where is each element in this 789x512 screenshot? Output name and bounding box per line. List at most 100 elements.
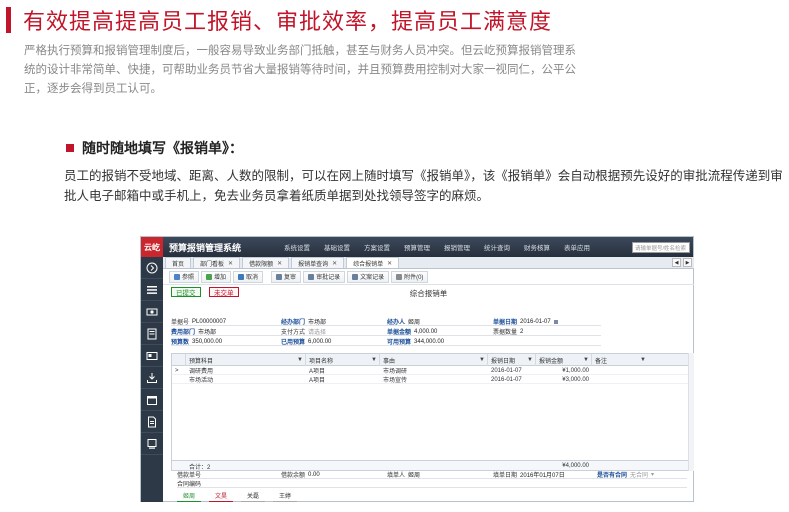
close-icon[interactable]: ✕ <box>332 260 337 267</box>
header-label: 备注 <box>595 358 608 365</box>
sidebar-report-button[interactable] <box>141 323 163 345</box>
attachment-button[interactable]: 附件(0) <box>391 270 429 283</box>
flow-step-2[interactable]: 文昊 <box>209 490 234 502</box>
date-value: 2016-01-07 <box>520 318 551 325</box>
cell-reason[interactable]: 市场宣传 <box>380 375 488 384</box>
cell-note[interactable] <box>592 375 648 384</box>
used-value: 6,000.00 <box>308 338 332 345</box>
header-label: 预算科目 <box>189 358 214 365</box>
undo-icon <box>238 273 245 280</box>
calendar-icon <box>147 395 157 405</box>
cell-subject[interactable]: 调研费用 <box>186 366 306 375</box>
sidebar-doc-button[interactable] <box>141 411 163 433</box>
menu-item-budget[interactable]: 预算管理 <box>397 242 437 252</box>
cell-project[interactable]: A项目 <box>306 366 380 375</box>
close-icon[interactable]: ✕ <box>228 260 233 267</box>
cell-date[interactable]: 2016-01-07 <box>488 375 536 384</box>
doc-log-icon <box>352 273 359 280</box>
tab-dept-board[interactable]: 部门看板 ✕ <box>193 257 241 268</box>
cancel-button[interactable]: 取消 <box>233 270 264 283</box>
menu-item-basic[interactable]: 基础设置 <box>317 242 357 252</box>
sidebar-nav-button[interactable] <box>141 257 163 279</box>
filter-icon[interactable]: ▼ <box>371 357 377 363</box>
close-icon[interactable]: ✕ <box>277 260 282 267</box>
tab-home[interactable]: 首页 <box>165 257 192 268</box>
column-header-amount[interactable]: 报销金额 ▼ <box>536 354 592 366</box>
filter-icon[interactable]: ▼ <box>479 357 485 363</box>
menu-item-accounting[interactable]: 财务核算 <box>517 242 557 252</box>
filter-icon[interactable]: ▼ <box>583 357 589 363</box>
vertical-scrollbar[interactable] <box>688 353 694 471</box>
column-header-note[interactable]: 备注 ▼ <box>592 354 648 366</box>
sidebar-list-button[interactable] <box>141 279 163 301</box>
add-button[interactable]: 增加 <box>201 270 232 283</box>
audit-button[interactable]: 复审 <box>271 270 302 283</box>
menu-item-expense[interactable]: 报销管理 <box>437 242 477 252</box>
doc-log-button[interactable]: 文案记录 <box>347 270 390 283</box>
sidebar-calendar-button[interactable] <box>141 389 163 411</box>
attachment-label: 附件(0) <box>404 275 424 281</box>
menu-item-system[interactable]: 系统设置 <box>277 242 317 252</box>
column-header-reason[interactable]: 事由 ▼ <box>380 354 488 366</box>
headline-accent-bar <box>6 7 11 33</box>
chevron-left-icon[interactable]: ◀ <box>672 258 681 267</box>
approval-flow: 姬周 文昊 关磊 王婷 <box>177 490 298 502</box>
body-paragraph: 员工的报销不受地域、距离、人数的限制，可以在网上随时填写《报销单》，该《报销单》… <box>64 169 783 203</box>
tab-scroll-controls: ◀ ▶ <box>672 258 692 267</box>
tab-label: 借款限额 <box>249 261 274 268</box>
table-row[interactable]: 市场活动 A项目 市场宣传 2016-01-07 ¥3,000.00 <box>172 375 690 384</box>
tab-combined-expense[interactable]: 综合报销单 ✕ <box>346 257 400 268</box>
calendar-picker-icon[interactable] <box>553 319 558 324</box>
cell-amount[interactable]: ¥3,000.00 <box>536 375 592 384</box>
column-header-project[interactable]: 项目名称 ▼ <box>306 354 380 366</box>
cell-amount[interactable]: ¥1,000.00 <box>536 366 592 375</box>
form-header-fields: 单据号 PL00000007 经办部门 市场部 经办人 姬周 单据日期 2016-01-… <box>163 315 694 347</box>
list-icon <box>147 285 157 294</box>
audit-log-button[interactable]: 审批记录 <box>303 270 346 283</box>
stamp-icon <box>147 438 157 449</box>
cell-note[interactable] <box>592 366 648 375</box>
cell-date[interactable]: 2016-01-07 <box>488 366 536 375</box>
ref-button[interactable]: 参照 <box>169 270 200 283</box>
header-label: 报销金额 <box>539 358 564 365</box>
filter-icon[interactable]: ▼ <box>640 357 646 363</box>
filter-icon[interactable]: ▼ <box>527 357 533 363</box>
cell-reason[interactable]: 市场调研 <box>380 366 488 375</box>
chevron-right-icon[interactable]: ▶ <box>683 258 692 267</box>
icon-sidebar <box>141 257 163 502</box>
headline-text: 有效提高提高员工报销、审批效率，提高员工满意度 <box>23 10 553 35</box>
filter-icon[interactable]: ▼ <box>297 357 303 363</box>
cancel-label: 取消 <box>246 275 259 281</box>
sidebar-stamp-button[interactable] <box>141 433 163 455</box>
column-header-date[interactable]: 报销日期 ▼ <box>488 354 536 366</box>
amount-value: 4,000.00 <box>414 328 438 335</box>
section-subtitle: 随时随地填写《报销单》： <box>66 138 243 158</box>
tab-loan-limit[interactable]: 借款限额 ✕ <box>242 257 290 268</box>
toolbar: 参照 增加 取消 复审 审批记录 文案记录 附件(0) <box>163 269 694 285</box>
tab-label: 报销单查询 <box>298 261 329 268</box>
menu-item-stats[interactable]: 统计查询 <box>477 242 517 252</box>
sidebar-download-button[interactable] <box>141 367 163 389</box>
tab-label: 综合报销单 <box>353 261 384 268</box>
report-icon <box>147 328 157 339</box>
square-bullet-icon <box>66 144 74 152</box>
flow-step-1[interactable]: 姬周 <box>177 490 202 502</box>
close-icon[interactable]: ✕ <box>387 260 392 267</box>
sidebar-money-button[interactable] <box>141 301 163 323</box>
main-menu: 系统设置 基础设置 方案设置 预算管理 报销管理 统计查询 财务核算 表单应用 <box>277 242 597 252</box>
cell-subject[interactable]: 市场活动 <box>186 375 306 384</box>
tab-label: 首页 <box>172 261 185 268</box>
tab-expense-query[interactable]: 报销单查询 ✕ <box>291 257 345 268</box>
chevron-down-icon[interactable]: ▾ <box>651 471 654 478</box>
sidebar-card-button[interactable] <box>141 345 163 367</box>
flow-step-3[interactable]: 关磊 <box>241 490 266 502</box>
column-header-subject[interactable]: 预算科目 ▼ <box>186 354 306 366</box>
table-row[interactable]: > 调研费用 A项目 市场调研 2016-01-07 ¥1,000.00 <box>172 366 690 375</box>
menu-item-scheme[interactable]: 方案设置 <box>357 242 397 252</box>
header-label: 报销日期 <box>491 358 516 365</box>
flow-step-4[interactable]: 王婷 <box>273 490 298 502</box>
search-input[interactable]: 请输单据号/姓名检索 <box>632 241 690 253</box>
menu-item-forms[interactable]: 表单应用 <box>557 242 597 252</box>
money-icon <box>146 308 158 315</box>
cell-project[interactable]: A项目 <box>306 375 380 384</box>
